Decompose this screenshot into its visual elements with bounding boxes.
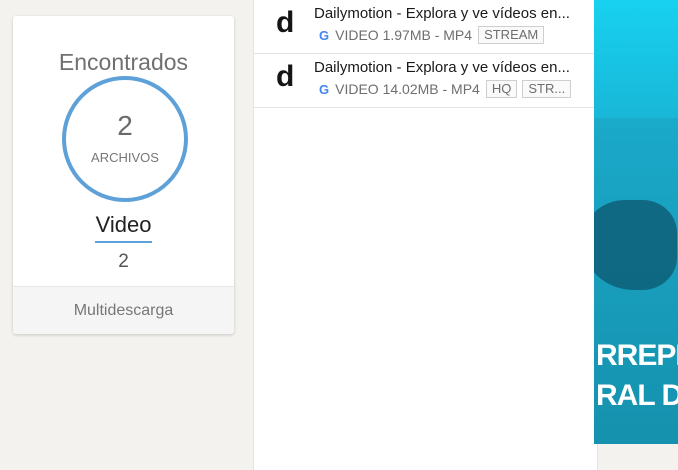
result-meta: G VIDEO 1.97MB - MP4 STREAM	[319, 26, 589, 44]
thumbnail-caption-line1: RREPET	[596, 339, 678, 372]
list-item[interactable]: d Dailymotion - Explora y ve vídeos en..…	[254, 0, 597, 54]
file-count: 2	[117, 110, 133, 141]
result-details: VIDEO 1.97MB - MP4	[335, 27, 473, 43]
result-title[interactable]: Dailymotion - Explora y ve vídeos en...	[314, 5, 588, 22]
google-icon: G	[319, 27, 330, 43]
hq-badge: HQ	[485, 80, 518, 98]
dailymotion-icon: d	[276, 6, 295, 39]
list-item[interactable]: d Dailymotion - Explora y ve vídeos en..…	[254, 54, 597, 108]
found-title: Encontrados	[58, 49, 189, 75]
summary-card: Encontrados 2 ARCHIVOS Video 2 Multidesc…	[13, 16, 234, 334]
category-tab-video[interactable]: Video	[13, 212, 234, 243]
thumbnail-figure	[594, 200, 677, 290]
stream-badge: STR...	[522, 80, 572, 98]
result-title[interactable]: Dailymotion - Explora y ve vídeos en...	[314, 59, 588, 76]
thumbnail-caption-line2: RAL DE	[596, 379, 678, 412]
dailymotion-icon: d	[276, 60, 295, 93]
video-thumbnail[interactable]: RREPET RAL DE	[594, 0, 678, 444]
google-icon: G	[319, 81, 330, 97]
stream-badge: STREAM	[478, 26, 545, 44]
result-meta: G VIDEO 14.02MB - MP4 HQ STR...	[319, 80, 589, 98]
result-details: VIDEO 14.02MB - MP4	[335, 81, 480, 97]
thumbnail-caption: RREPET RAL DE	[596, 336, 678, 416]
file-count-ring: 2 ARCHIVOS	[62, 76, 188, 202]
file-count-label: ARCHIVOS	[91, 150, 159, 165]
thumbnail-top	[594, 0, 678, 118]
category-tab-label[interactable]: Video	[94, 212, 153, 243]
multidownload-button[interactable]: Multidescarga	[13, 286, 234, 334]
results-list: d Dailymotion - Explora y ve vídeos en..…	[253, 0, 598, 470]
category-count: 2	[118, 251, 129, 272]
